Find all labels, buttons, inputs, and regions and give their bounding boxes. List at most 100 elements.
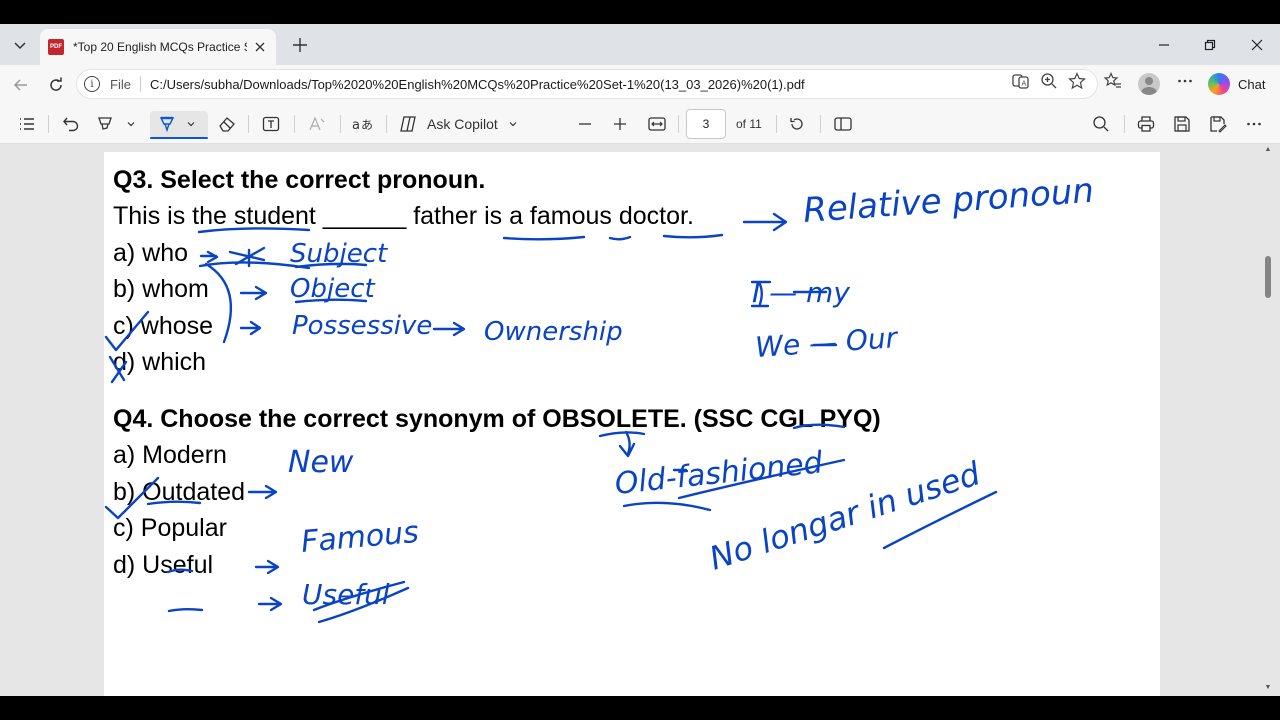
toolbar-divider: [386, 115, 387, 133]
ink-underline: [792, 423, 846, 430]
immersive-reader-icon: A: [1012, 74, 1029, 89]
fit-width-icon: [648, 117, 666, 131]
printer-icon: [1137, 116, 1155, 132]
close-window-button[interactable]: [1244, 32, 1270, 58]
svg-text:a: a: [352, 118, 360, 133]
settings-and-more-button[interactable]: [1176, 72, 1194, 90]
save-as-icon: [1210, 116, 1227, 133]
draw-button[interactable]: [156, 112, 178, 136]
favorites-button[interactable]: [1104, 72, 1122, 90]
rotate-button[interactable]: [786, 112, 808, 136]
ink-checkmark: [104, 476, 160, 520]
scrollbar-thumb[interactable]: [1265, 256, 1271, 298]
address-bar[interactable]: i File C:/Users/subha/Downloads/Top%2020…: [76, 69, 1098, 99]
add-text-button[interactable]: [260, 112, 282, 136]
note-subject: Subject: [290, 239, 388, 269]
note-possessive: Possessive: [292, 311, 432, 341]
browser-window: PDF *Top 20 English MCQs Practice Set i: [0, 24, 1280, 696]
more-options-button[interactable]: [1243, 112, 1265, 136]
close-icon: [1251, 39, 1263, 51]
toolbar-divider: [1124, 115, 1125, 133]
save-as-button[interactable]: [1207, 112, 1229, 136]
ask-copilot-button[interactable]: Ask Copilot: [398, 112, 520, 136]
ink-arrow: [432, 321, 466, 337]
copilot-icon: [1208, 73, 1230, 95]
ink-arrow: [239, 320, 262, 336]
highlight-options-button[interactable]: [124, 112, 138, 136]
zoom-out-button[interactable]: [574, 112, 596, 136]
note-we-our: We — Our: [754, 321, 899, 364]
restore-button[interactable]: [1197, 32, 1223, 58]
highlight-button[interactable]: [94, 112, 116, 136]
read-aloud-button[interactable]: A: [1012, 72, 1030, 90]
info-icon[interactable]: i: [84, 76, 100, 92]
minimize-icon: [1159, 44, 1169, 46]
profile-avatar[interactable]: [1138, 73, 1160, 95]
ink-cross: [108, 355, 128, 384]
save-button[interactable]: [1171, 112, 1193, 136]
url-scheme-label: File: [110, 76, 131, 92]
ink-bracket: [204, 262, 232, 344]
copilot-chat-button[interactable]: Chat: [1208, 71, 1265, 97]
note-famous: Famous: [300, 515, 420, 560]
toolbar-divider: [340, 115, 341, 133]
note-old-fashioned: Old-fashioned: [613, 445, 825, 502]
pdf-page[interactable]: Q3. Select the correct pronoun. This is …: [104, 152, 1160, 696]
active-tab[interactable]: PDF *Top 20 English MCQs Practice Set: [40, 29, 276, 65]
undo-button[interactable]: [60, 112, 82, 136]
translate-icon: aあ: [352, 118, 372, 133]
more-horizontal-icon: [1178, 79, 1192, 83]
pdf-viewer[interactable]: Q3. Select the correct pronoun. This is …: [0, 144, 1280, 696]
ink-arrow: [742, 212, 788, 232]
favorite-button[interactable]: [1068, 72, 1086, 90]
vertical-scrollbar[interactable]: ▲ ▼: [1262, 144, 1274, 696]
back-button[interactable]: [8, 72, 34, 98]
page-count-label: of 11: [736, 117, 762, 131]
tab-close-button[interactable]: [253, 39, 268, 55]
page-view-button[interactable]: [832, 112, 854, 136]
chevron-down-icon: [14, 42, 26, 50]
ink-underline: [166, 568, 194, 574]
toolbar-divider: [248, 115, 249, 133]
scroll-up-arrow-icon[interactable]: ▲: [1264, 146, 1272, 154]
pdf-file-icon: PDF: [48, 39, 64, 55]
ink-underline: [167, 608, 204, 613]
undo-icon: [63, 117, 79, 132]
translate-button[interactable]: aあ: [350, 112, 374, 136]
zoom-button[interactable]: [1040, 72, 1058, 90]
chevron-down-icon: [127, 122, 135, 127]
zoom-in-button[interactable]: [609, 112, 631, 136]
refresh-button[interactable]: [43, 72, 69, 98]
tab-list-button[interactable]: [8, 33, 32, 57]
ink-underline: [608, 235, 632, 241]
print-button[interactable]: [1135, 112, 1157, 136]
text-format-button[interactable]: [306, 112, 328, 136]
refresh-icon: [50, 77, 62, 91]
toolbar-divider: [820, 115, 821, 133]
minimize-button[interactable]: [1151, 32, 1177, 58]
back-arrow-icon: [13, 79, 27, 91]
note-useful: Useful: [302, 578, 390, 611]
chevron-down-icon: [187, 122, 195, 127]
find-button[interactable]: [1090, 112, 1112, 136]
text-style-icon: [309, 116, 325, 131]
fit-to-width-button[interactable]: [645, 112, 669, 136]
contents-button[interactable]: [16, 112, 38, 136]
zoom-in-icon: [1041, 73, 1057, 89]
draw-options-button[interactable]: [184, 112, 198, 136]
new-tab-button[interactable]: [288, 33, 312, 57]
eraser-icon: [219, 117, 235, 132]
ink-arrow: [618, 430, 636, 458]
chat-label: Chat: [1238, 76, 1266, 92]
erase-button[interactable]: [216, 112, 238, 136]
url-text[interactable]: C:/Users/subha/Downloads/Top%2020%20Engl…: [150, 77, 805, 92]
pen-icon: [159, 116, 175, 133]
ink-arrow: [239, 285, 268, 301]
toolbar-divider: [678, 115, 679, 133]
highlighter-icon: [98, 117, 112, 130]
chevron-down-icon: [509, 122, 517, 127]
scroll-down-arrow-icon[interactable]: ▼: [1264, 684, 1272, 692]
ink-underline: [502, 235, 586, 241]
ink-underline: [662, 233, 724, 239]
page-number-input[interactable]: [686, 109, 726, 139]
